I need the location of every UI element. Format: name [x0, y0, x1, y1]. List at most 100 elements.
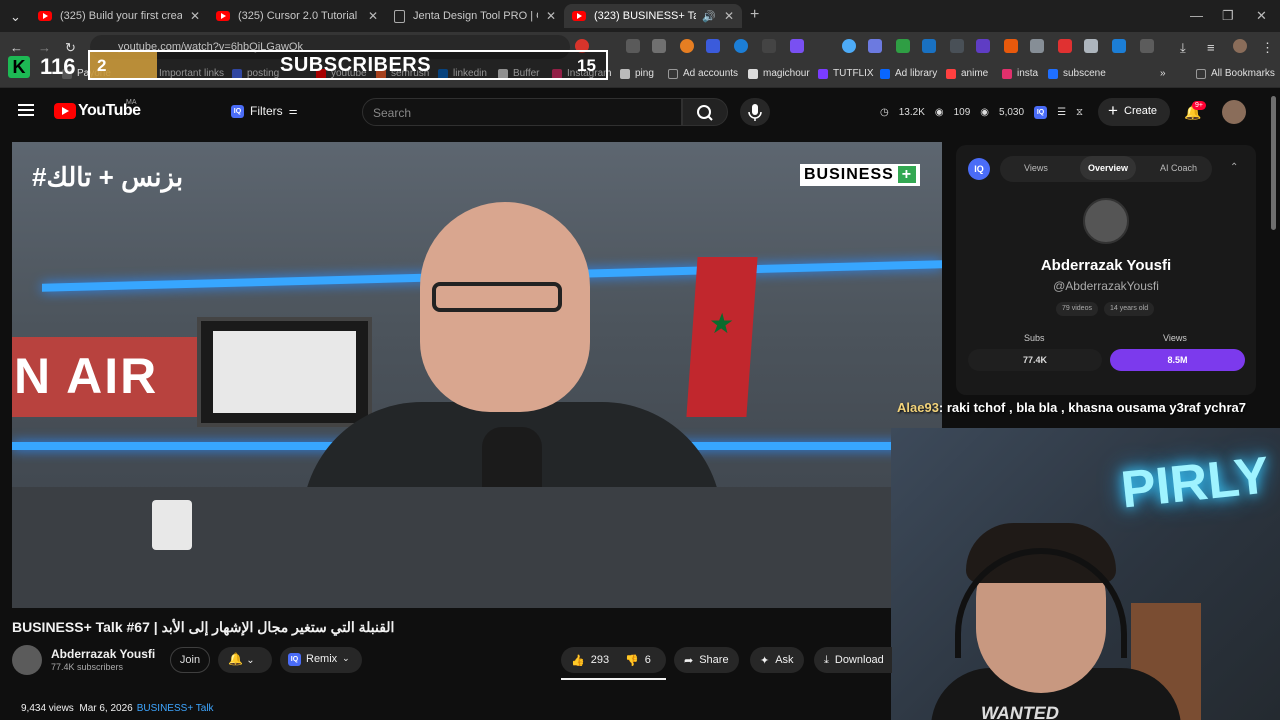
- account-avatar[interactable]: [1222, 100, 1246, 124]
- browser-tab-3[interactable]: Jenta Design Tool PRO | Google ✕: [386, 4, 564, 28]
- channel-name[interactable]: Abderrazak Yousfi: [51, 647, 155, 661]
- create-button[interactable]: Create: [1098, 98, 1170, 126]
- extension-icon[interactable]: [734, 39, 748, 53]
- browser-menu-icon[interactable]: ⋮: [1261, 40, 1274, 56]
- iq-extension-icon[interactable]: IQ: [1034, 106, 1048, 119]
- youtube-logo-icon[interactable]: [54, 103, 76, 119]
- extension-icon[interactable]: [976, 39, 990, 53]
- page-scrollbar[interactable]: [1271, 96, 1276, 230]
- remix-button[interactable]: IQ Remix ⌄: [280, 647, 362, 673]
- tab-close-icon[interactable]: ✕: [546, 9, 556, 23]
- minimize-icon[interactable]: —: [1190, 8, 1203, 23]
- all-bookmarks-folder[interactable]: All Bookmarks: [1196, 68, 1275, 79]
- iq-extension-icon[interactable]: IQ: [968, 158, 990, 180]
- browser-tab-2[interactable]: (325) Cursor 2.0 Tutorial for Beg ✕: [208, 4, 386, 28]
- panel-tab-ai-coach[interactable]: AI Coach: [1160, 163, 1197, 173]
- stat-total: 5,030: [999, 107, 1025, 118]
- thumbs-down-icon[interactable]: 👎: [625, 654, 639, 667]
- stat-views: 13.2K: [898, 107, 925, 118]
- downloads-icon[interactable]: ⤓: [1180, 40, 1186, 56]
- remix-label: Remix: [306, 653, 338, 665]
- extension-icon[interactable]: [762, 39, 776, 53]
- hashtag-link[interactable]: BUSINESS+ Talk: [137, 703, 214, 714]
- extension-icon[interactable]: [1004, 39, 1018, 53]
- download-extension-icon[interactable]: [1112, 39, 1126, 53]
- new-tab-button[interactable]: +: [750, 6, 759, 24]
- tab-close-icon[interactable]: ✕: [368, 9, 378, 23]
- list-icon[interactable]: ☰: [1057, 107, 1066, 118]
- panel-tab-overview[interactable]: Overview: [1080, 156, 1137, 180]
- join-button[interactable]: Join: [170, 647, 210, 673]
- extension-icon[interactable]: [1058, 39, 1072, 53]
- share-label: Share: [699, 654, 729, 666]
- youtube-favicon-icon: [572, 11, 586, 21]
- channel-avatar[interactable]: [12, 645, 42, 675]
- download-button[interactable]: ⤓ Download: [814, 647, 892, 673]
- like-count[interactable]: 293: [591, 654, 609, 666]
- extension-icon[interactable]: [790, 39, 804, 53]
- browser-tab-4-active[interactable]: (323) BUSINESS+ Talk #67 | 🔊 ✕: [564, 4, 742, 28]
- thumbs-up-icon[interactable]: 👍: [571, 654, 585, 667]
- voice-search-button[interactable]: [740, 98, 770, 126]
- tab-close-icon[interactable]: ✕: [190, 9, 200, 23]
- certificate-frame: [197, 317, 372, 427]
- camera-extension-icon[interactable]: [652, 39, 666, 53]
- views-value: 8.5M: [1110, 349, 1245, 371]
- tab-close-icon[interactable]: ✕: [724, 9, 734, 23]
- bookmark-item[interactable]: insta: [1002, 68, 1038, 79]
- queue-icon[interactable]: ≡: [1207, 40, 1215, 55]
- bookmark-item[interactable]: magichour: [748, 68, 810, 79]
- subscription-notification-button[interactable]: 🔔 ⌄: [218, 647, 272, 673]
- brand-plus: +: [897, 166, 917, 183]
- bookmark-icon: [880, 68, 890, 79]
- search-button[interactable]: [682, 98, 728, 126]
- ask-button[interactable]: ✦ Ask: [750, 647, 804, 673]
- tab-list-chevron-icon[interactable]: ⌄: [10, 9, 21, 25]
- filters-button[interactable]: IQ Filters ⚌: [231, 104, 298, 118]
- speaker-icon[interactable]: 🔊: [702, 10, 716, 23]
- bookmark-folder[interactable]: Ad accounts: [668, 68, 738, 79]
- extension-icon[interactable]: [868, 39, 882, 53]
- bookmarks-overflow-icon[interactable]: »: [1160, 68, 1166, 79]
- hamburger-menu-icon[interactable]: [18, 104, 34, 116]
- filters-label: Filters: [250, 104, 283, 118]
- extension-icon[interactable]: [706, 39, 720, 53]
- subscriber-goal-target: 15: [577, 56, 596, 75]
- shield-extension-icon[interactable]: [1030, 39, 1044, 53]
- bookmark-item[interactable]: TUTFLIX: [818, 68, 874, 79]
- panel-tab-views[interactable]: Views: [1024, 163, 1048, 173]
- extension-icon[interactable]: [842, 39, 856, 53]
- bookmark-item[interactable]: Ad library: [880, 68, 937, 79]
- extension-icon[interactable]: [680, 39, 694, 53]
- forward-arrow-icon[interactable]: →: [38, 40, 51, 55]
- window-close-icon[interactable]: ✕: [1256, 8, 1267, 24]
- share-button[interactable]: ➦ Share: [674, 647, 739, 673]
- hourglass-icon[interactable]: ⧖: [1076, 107, 1083, 118]
- bookmark-item[interactable]: ping: [620, 68, 654, 79]
- puzzle-extensions-icon[interactable]: [1140, 39, 1154, 53]
- extension-icon[interactable]: [950, 39, 964, 53]
- views-label: Views: [1163, 333, 1187, 343]
- browser-tab-1[interactable]: (325) Build your first creative AI ✕: [30, 4, 208, 28]
- eye-icon: ◉: [980, 107, 990, 118]
- video-meta: 9,434 views Mar 6, 2026 BUSINESS+ Talk: [21, 703, 214, 714]
- on-air-sign: N AIR: [12, 337, 222, 417]
- like-ratio-bar: [561, 678, 666, 680]
- bookmark-item[interactable]: subscene: [1048, 68, 1106, 79]
- extension-icon[interactable]: [626, 39, 640, 53]
- pen-extension-icon[interactable]: [1084, 39, 1098, 53]
- collapse-chevron-icon[interactable]: ⌃: [1230, 162, 1238, 173]
- extension-icon[interactable]: [896, 39, 910, 53]
- dislike-count[interactable]: 6: [645, 654, 651, 666]
- back-arrow-icon[interactable]: ←: [10, 40, 23, 55]
- tab-title: (323) BUSINESS+ Talk #67 |: [594, 10, 697, 22]
- maximize-icon[interactable]: ❐: [1222, 8, 1234, 24]
- channel-age-pill: 14 years old: [1104, 302, 1155, 316]
- view-count: 9,434 views: [21, 703, 74, 714]
- search-input[interactable]: Search: [362, 98, 682, 126]
- extension-icon[interactable]: [922, 39, 936, 53]
- video-player[interactable]: N AIR #بزنس + تالك BUSINESS+: [12, 142, 942, 608]
- bookmark-item[interactable]: anime: [946, 68, 988, 79]
- profile-avatar-icon[interactable]: [1233, 39, 1247, 53]
- stream-chat-message: Alae93: raki tchof , bla bla , khasna ou…: [897, 400, 1246, 415]
